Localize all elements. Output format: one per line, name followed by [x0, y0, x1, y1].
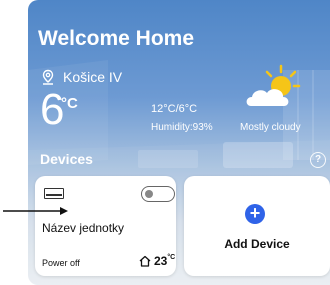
- device-temperature-value: 23: [154, 254, 168, 268]
- ac-unit-icon: [44, 188, 64, 199]
- home-screen: Welcome Home Košice IV 6 °C 12°C/6°C Hum…: [28, 0, 330, 285]
- weather-condition: Mostly cloudy: [240, 122, 301, 133]
- temperature-unit: °C: [61, 95, 78, 112]
- devices-heading: Devices: [40, 151, 93, 167]
- device-name: Název jednotky: [42, 221, 125, 235]
- location-pin-icon: [42, 69, 54, 85]
- device-status: Power off: [42, 258, 80, 268]
- location[interactable]: Košice IV: [40, 69, 122, 85]
- partly-cloudy-sun-icon: [246, 64, 301, 106]
- toggle-knob: [145, 190, 153, 198]
- plus-circle-icon: +: [245, 204, 265, 224]
- question-circle-icon[interactable]: ?: [310, 152, 326, 168]
- power-toggle[interactable]: [141, 186, 175, 202]
- humidity: Humidity:93%: [151, 122, 213, 133]
- add-device-label: Add Device: [224, 237, 290, 251]
- add-device-card[interactable]: + Add Device: [184, 176, 330, 276]
- pointer-arrow-annotation: [3, 207, 68, 215]
- temperature-range: 12°C/6°C: [151, 103, 198, 115]
- location-name: Košice IV: [63, 69, 123, 85]
- home-icon: [139, 255, 151, 267]
- page-title: Welcome Home: [38, 27, 194, 50]
- device-card[interactable]: Název jednotky Power off 23 °C: [35, 176, 176, 276]
- device-temperature-unit: °C: [167, 253, 176, 261]
- device-temperature: 23 °C: [139, 254, 175, 268]
